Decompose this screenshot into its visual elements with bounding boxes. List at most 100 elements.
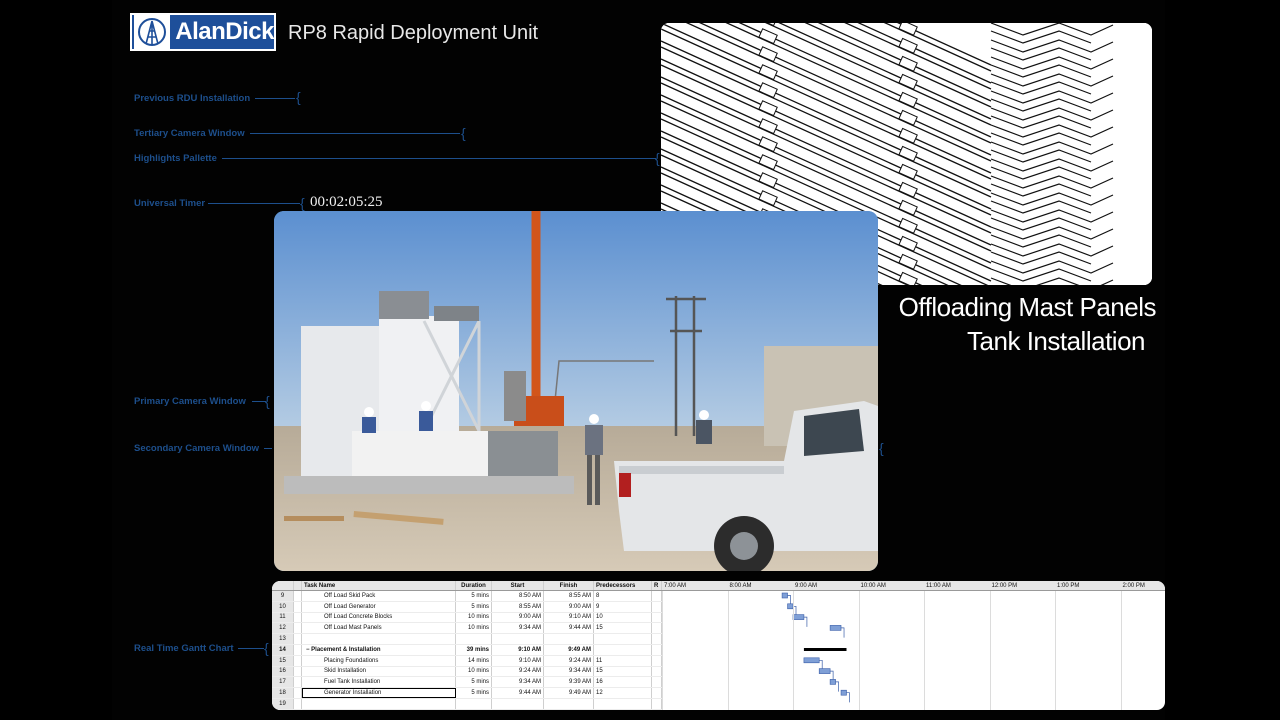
gantt-task-bar[interactable] bbox=[803, 657, 820, 664]
column-header-indicator bbox=[294, 581, 302, 590]
gridline bbox=[793, 591, 794, 710]
tower-icon bbox=[134, 15, 171, 49]
task-finish: 9:24 AM bbox=[544, 655, 594, 666]
column-header-r[interactable]: R bbox=[652, 581, 662, 590]
row-indicator bbox=[294, 644, 302, 655]
task-finish: 9:39 AM bbox=[544, 677, 594, 688]
row-indicator bbox=[294, 601, 302, 612]
column-header-task-name[interactable]: Task Name bbox=[302, 581, 456, 590]
gantt-summary-bar[interactable] bbox=[803, 648, 847, 651]
task-start bbox=[492, 634, 544, 644]
row-indicator bbox=[294, 612, 302, 623]
task-name[interactable]: Off Load Skid Pack bbox=[302, 591, 456, 601]
gridline bbox=[989, 591, 991, 710]
column-header-finish[interactable]: Finish bbox=[544, 581, 594, 590]
task-r bbox=[652, 698, 662, 709]
gantt-row[interactable]: 19 bbox=[272, 698, 662, 710]
annotation-universal-timer: Universal Timer bbox=[134, 198, 206, 209]
task-duration: 5 mins bbox=[456, 688, 492, 698]
task-duration: 5 mins bbox=[456, 677, 492, 688]
column-header-duration[interactable]: Duration bbox=[456, 581, 492, 590]
task-name[interactable]: Off Load Mast Panels bbox=[302, 623, 456, 634]
annotation-line bbox=[222, 158, 656, 159]
task-name[interactable]: Placing Foundations bbox=[302, 655, 456, 666]
task-duration: 5 mins bbox=[456, 591, 492, 601]
gantt-row[interactable]: 18 Generator Installation 5 mins 9:44 AM 9:4… bbox=[272, 688, 662, 699]
task-start: 9:44 AM bbox=[492, 688, 544, 698]
column-header-start[interactable]: Start bbox=[492, 581, 544, 590]
gantt-rows: 9 Off Load Skid Pack 5 mins 8:50 AM 8:55 AM 8… bbox=[272, 591, 662, 710]
task-r bbox=[652, 623, 662, 634]
logo-text: AlanDick bbox=[175, 18, 274, 45]
task-predecessors: 10 bbox=[594, 612, 652, 623]
task-predecessors bbox=[594, 644, 652, 655]
gridline bbox=[1055, 591, 1056, 710]
task-predecessors: 12 bbox=[594, 688, 652, 698]
task-finish: 9:44 AM bbox=[544, 623, 594, 634]
row-id: 19 bbox=[272, 698, 294, 709]
column-header-predecessors[interactable]: Predecessors bbox=[594, 581, 652, 590]
gantt-row[interactable]: 16 Skid Installation 10 mins 9:24 AM 9:34 AM… bbox=[272, 666, 662, 678]
primary-camera-window bbox=[274, 211, 878, 571]
annotation-brace: { bbox=[265, 393, 270, 409]
gantt-row[interactable]: 10 Off Load Generator 5 mins 8:55 AM 9:00 AM… bbox=[272, 601, 662, 613]
task-finish bbox=[544, 698, 594, 709]
gantt-task-bar[interactable] bbox=[781, 592, 788, 599]
gantt-task-bar[interactable] bbox=[840, 689, 847, 696]
task-name[interactable]: − Placement & Installation bbox=[302, 644, 456, 655]
annotation-gantt: Real Time Gantt Chart bbox=[134, 643, 234, 654]
row-id: 12 bbox=[272, 623, 294, 634]
task-name[interactable]: Off Load Concrete Blocks bbox=[302, 612, 456, 623]
annotation-line bbox=[250, 133, 460, 134]
task-name[interactable]: Fuel Tank Installation bbox=[302, 677, 456, 688]
time-tick: 10:00 AM bbox=[860, 583, 886, 589]
task-start: 8:50 AM bbox=[492, 591, 544, 601]
row-id: 10 bbox=[272, 601, 294, 612]
gantt-task-bar[interactable] bbox=[829, 625, 842, 631]
gantt-task-bar[interactable] bbox=[829, 679, 836, 685]
gantt-bars bbox=[781, 592, 850, 703]
time-tick: 8:00 AM bbox=[729, 583, 752, 589]
caption-line-2: Tank Installation bbox=[967, 326, 1145, 356]
gantt-row[interactable]: 9 Off Load Skid Pack 5 mins 8:50 AM 8:55 AM 8 bbox=[272, 591, 662, 602]
alandick-logo: AlanDick bbox=[130, 13, 276, 51]
gridline bbox=[1120, 591, 1122, 710]
task-start: 9:00 AM bbox=[492, 612, 544, 623]
presentation-stage: AlanDick RP8 Rapid Deployment Unit Previ… bbox=[0, 0, 1280, 720]
annotation-tertiary-camera: Tertiary Camera Window bbox=[134, 128, 245, 139]
gantt-task-table: Task Name Duration Start Finish Predeces… bbox=[272, 581, 662, 710]
gantt-row[interactable]: 14 − Placement & Installation 39 mins 9:10 … bbox=[272, 644, 662, 656]
task-name[interactable]: Skid Installation bbox=[302, 666, 456, 677]
gantt-row[interactable]: 17 Fuel Tank Installation 5 mins 9:34 AM 9:3… bbox=[272, 677, 662, 689]
task-name[interactable] bbox=[302, 634, 456, 644]
task-predecessors: 11 bbox=[594, 655, 652, 666]
annotation-line bbox=[252, 401, 266, 402]
gantt-task-bar[interactable] bbox=[818, 668, 831, 674]
task-start: 9:34 AM bbox=[492, 677, 544, 688]
annotation-brace: { bbox=[879, 440, 884, 456]
gantt-task-bar[interactable] bbox=[792, 614, 805, 620]
page-title: RP8 Rapid Deployment Unit bbox=[288, 22, 539, 44]
gantt-row[interactable]: 12 Off Load Mast Panels 10 mins 9:34 AM 9:44… bbox=[272, 623, 662, 635]
task-name[interactable]: Generator Installation bbox=[302, 688, 456, 698]
row-indicator bbox=[294, 688, 302, 698]
task-duration: 14 mins bbox=[456, 655, 492, 666]
camera-frame bbox=[274, 211, 878, 571]
row-indicator bbox=[294, 666, 302, 677]
gridline bbox=[727, 591, 729, 710]
caption-line-1: Offloading Mast Panels bbox=[898, 292, 1157, 322]
row-id: 15 bbox=[272, 655, 294, 666]
annotation-line bbox=[208, 203, 300, 204]
row-id: 11 bbox=[272, 612, 294, 623]
task-r bbox=[652, 601, 662, 612]
gridline bbox=[924, 591, 925, 710]
task-name[interactable]: Off Load Generator bbox=[302, 601, 456, 612]
task-duration: 5 mins bbox=[456, 601, 492, 612]
gantt-row[interactable]: 13 bbox=[272, 634, 662, 645]
gantt-row[interactable]: 11 Off Load Concrete Blocks 10 mins 9:00 AM… bbox=[272, 612, 662, 624]
gantt-table-header: Task Name Duration Start Finish Predeces… bbox=[272, 581, 662, 591]
gantt-row[interactable]: 15 Placing Foundations 14 mins 9:10 AM 9:24 … bbox=[272, 655, 662, 667]
task-predecessors: 15 bbox=[594, 623, 652, 634]
task-name[interactable] bbox=[302, 698, 456, 709]
gridline bbox=[662, 591, 663, 710]
